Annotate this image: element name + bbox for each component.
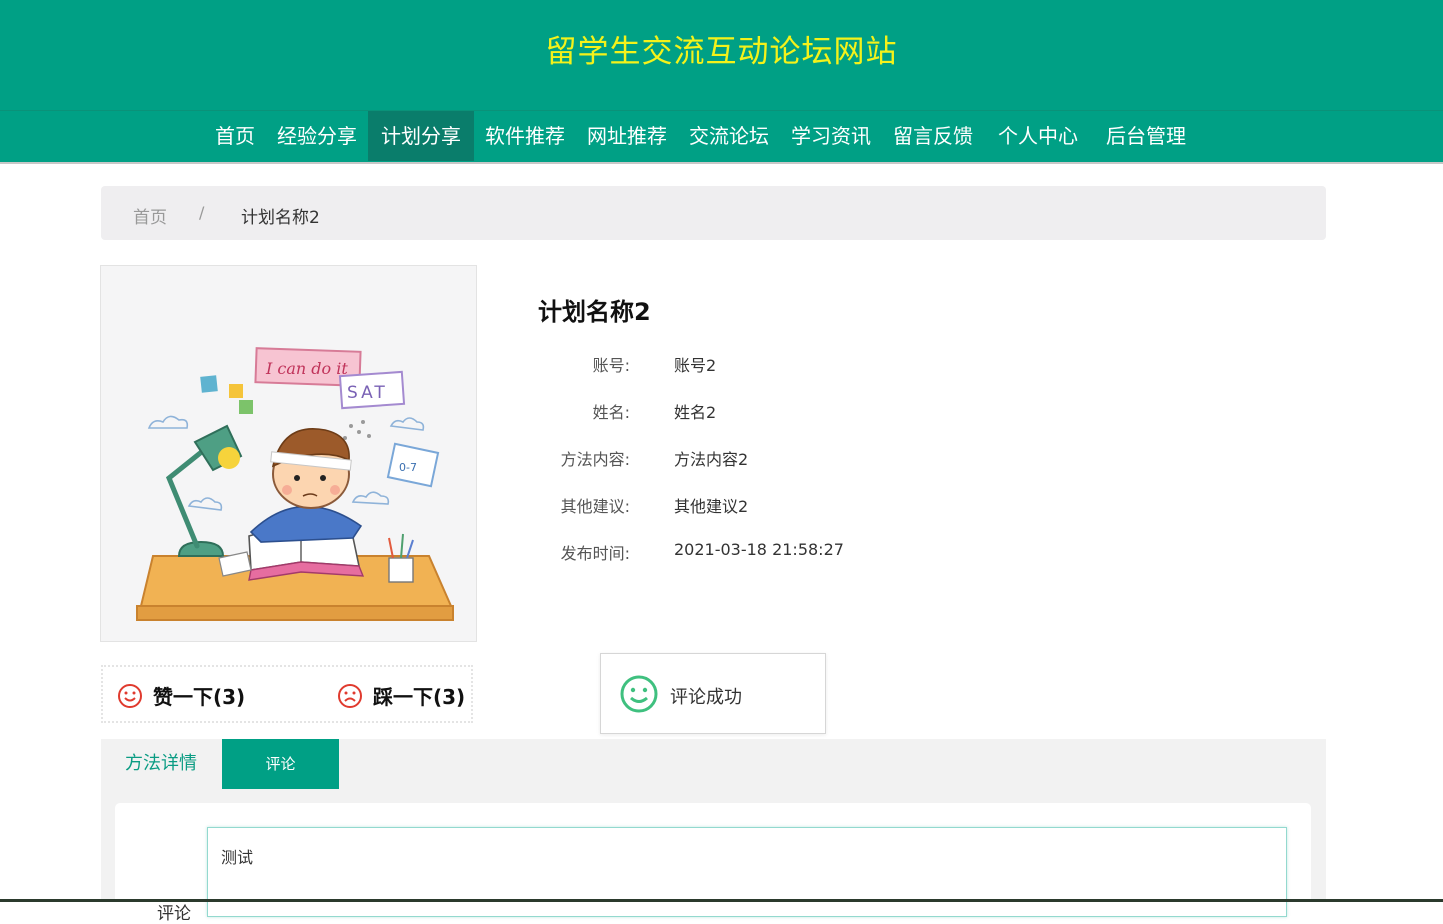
success-toast: 评论成功	[600, 653, 826, 734]
tabs-bar: 方法详情 评论	[101, 739, 1326, 792]
like-button[interactable]: 赞一下(3)	[117, 681, 245, 710]
field-name-label: 姓名:	[592, 403, 630, 422]
nav-item-plans[interactable]: 计划分享	[368, 111, 474, 161]
dislike-button[interactable]: 踩一下(3)	[337, 681, 465, 710]
comment-label: 评论	[157, 904, 191, 924]
field-method-label: 方法内容:	[560, 450, 630, 469]
field-publish-time-value: 2021-03-18 21:58:27	[674, 540, 844, 559]
nav-item-forum[interactable]: 交流论坛	[678, 111, 780, 161]
nav-item-home[interactable]: 首页	[204, 111, 266, 161]
nav-item-admin[interactable]: 后台管理	[1092, 111, 1200, 161]
field-name-value: 姓名2	[674, 403, 717, 422]
breadcrumb: 首页 / 计划名称2	[101, 186, 1326, 240]
smile-icon	[118, 683, 142, 708]
field-method: 方法内容: 方法内容2	[538, 446, 749, 470]
sat-text: SAT	[347, 383, 388, 403]
field-suggestion-label: 其他建议:	[560, 497, 630, 516]
svg-text:0-7: 0-7	[399, 461, 417, 474]
nav-item-profile[interactable]: 个人中心	[984, 111, 1092, 161]
field-account-value: 账号2	[674, 356, 717, 375]
plan-title: 计划名称2	[538, 298, 651, 326]
field-name: 姓名: 姓名2	[538, 399, 717, 423]
field-account-label: 账号:	[592, 356, 630, 375]
field-method-value: 方法内容2	[674, 450, 749, 469]
main-nav: 首页 经验分享 计划分享 软件推荐 网址推荐 交流论坛 学习资讯 留言反馈 个人…	[0, 110, 1443, 163]
comment-panel: 评论 测试	[101, 791, 1326, 924]
site-header: 留学生交流互动论坛网站	[0, 0, 1443, 110]
breadcrumb-separator: /	[199, 203, 205, 222]
tab-method-detail[interactable]: 方法详情	[101, 739, 221, 789]
nav-item-news[interactable]: 学习资讯	[780, 111, 882, 161]
nav-item-websites[interactable]: 网址推荐	[576, 111, 678, 161]
field-suggestion: 其他建议: 其他建议2	[538, 493, 749, 517]
vote-box: 赞一下(3) 踩一下(3)	[101, 665, 473, 723]
success-smile-icon	[620, 675, 658, 713]
breadcrumb-home-link[interactable]: 首页	[133, 203, 167, 228]
tab-comment[interactable]: 评论	[222, 739, 339, 789]
student-illustration: I can do it SAT 0-7	[136, 347, 454, 621]
field-publish-time-label: 发布时间:	[560, 544, 630, 563]
site-title: 留学生交流互动论坛网站	[545, 34, 898, 70]
comment-textarea[interactable]: 测试	[207, 827, 1287, 917]
plan-image: I can do it SAT 0-7	[100, 265, 477, 642]
field-account: 账号: 账号2	[538, 352, 717, 376]
sign-text: I can do it	[265, 359, 348, 378]
frown-icon	[338, 683, 362, 708]
nav-item-software[interactable]: 软件推荐	[474, 111, 576, 161]
field-publish-time: 发布时间: 2021-03-18 21:58:27	[538, 540, 844, 564]
dislike-label: 踩一下(3)	[373, 685, 466, 709]
toast-message: 评论成功	[670, 687, 742, 708]
field-suggestion-value: 其他建议2	[674, 497, 749, 516]
nav-item-feedback[interactable]: 留言反馈	[882, 111, 984, 161]
like-label: 赞一下(3)	[153, 685, 246, 709]
breadcrumb-current: 计划名称2	[241, 208, 320, 228]
nav-divider	[0, 162, 1443, 164]
comment-card: 评论 测试	[115, 803, 1311, 924]
nav-item-experience[interactable]: 经验分享	[266, 111, 368, 161]
